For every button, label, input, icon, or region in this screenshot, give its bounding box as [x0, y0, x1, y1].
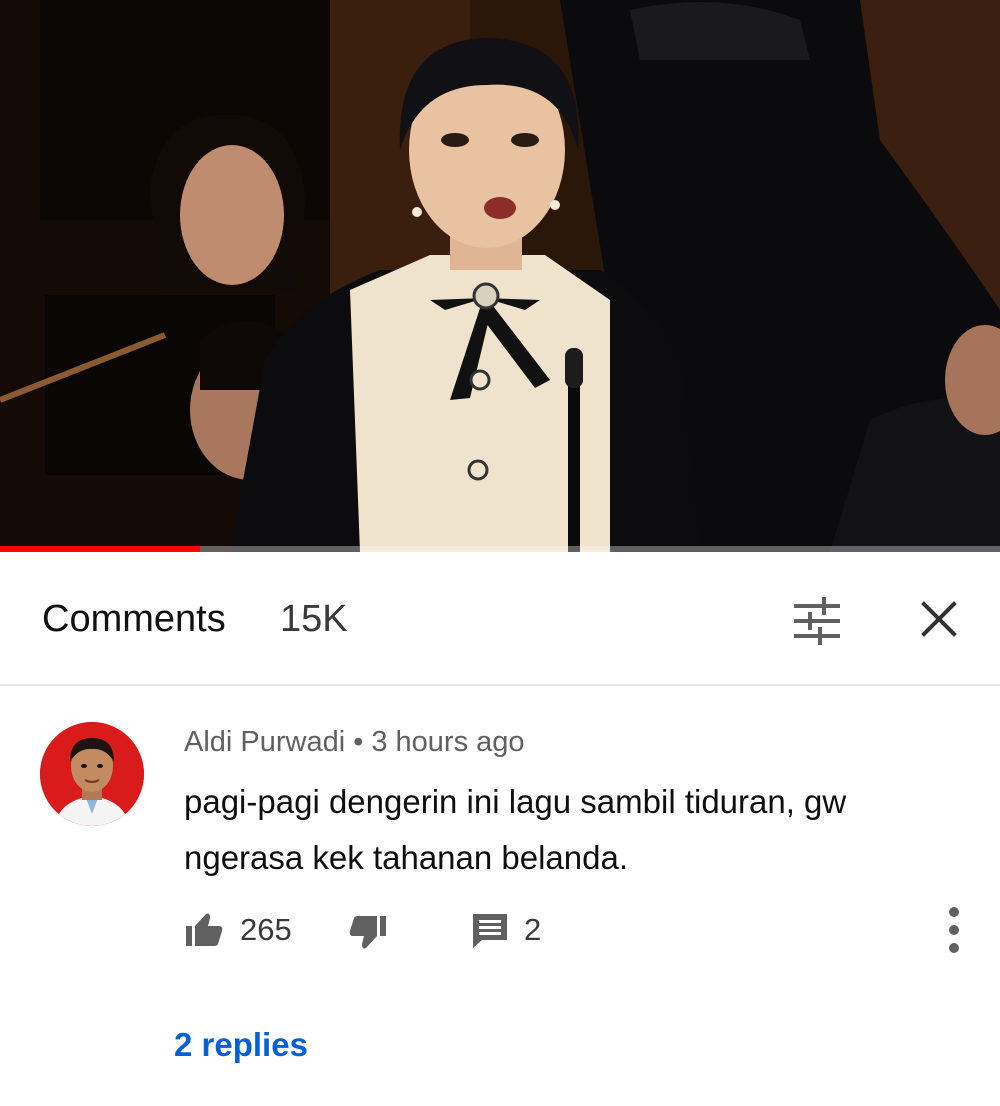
view-replies-link[interactable]: 2 replies: [174, 1026, 308, 1064]
reply-count: 2: [524, 912, 542, 947]
comment-item: Aldi Purwadi • 3 hours ago pagi-pagi denge…: [0, 688, 1000, 1106]
dislike-button[interactable]: [348, 906, 388, 954]
comment-timestamp: 3 hours ago: [371, 726, 525, 758]
sort-filter-button[interactable]: [792, 596, 842, 646]
comment-meta: Aldi Purwadi • 3 hours ago: [184, 726, 525, 759]
comments-header: Comments 15K: [0, 552, 1000, 686]
thumbs-up-icon: [186, 913, 223, 946]
more-vert-icon: [949, 907, 959, 953]
comment-icon: [473, 914, 507, 948]
avatar[interactable]: [40, 722, 144, 826]
comments-title: Comments: [42, 598, 226, 640]
comment-text: pagi-pagi dengerin ini lagu sambil tidur…: [184, 783, 847, 876]
like-button[interactable]: [184, 906, 224, 954]
thumbs-down-icon: [349, 916, 386, 949]
video-player[interactable]: [0, 0, 1000, 552]
comments-count: 15K: [280, 598, 348, 640]
reply-button[interactable]: [470, 906, 510, 954]
video-frame: [0, 0, 1000, 552]
more-actions-button[interactable]: [936, 902, 972, 958]
meta-separator: •: [353, 726, 364, 758]
like-count: 265: [240, 912, 292, 947]
comment-author[interactable]: Aldi Purwadi: [184, 726, 345, 758]
close-button[interactable]: [916, 596, 962, 642]
sort-filter-icon: [794, 597, 840, 645]
close-icon: [921, 601, 957, 637]
comment-actions: 265 2: [184, 906, 964, 954]
avatar-photo: [40, 722, 144, 826]
